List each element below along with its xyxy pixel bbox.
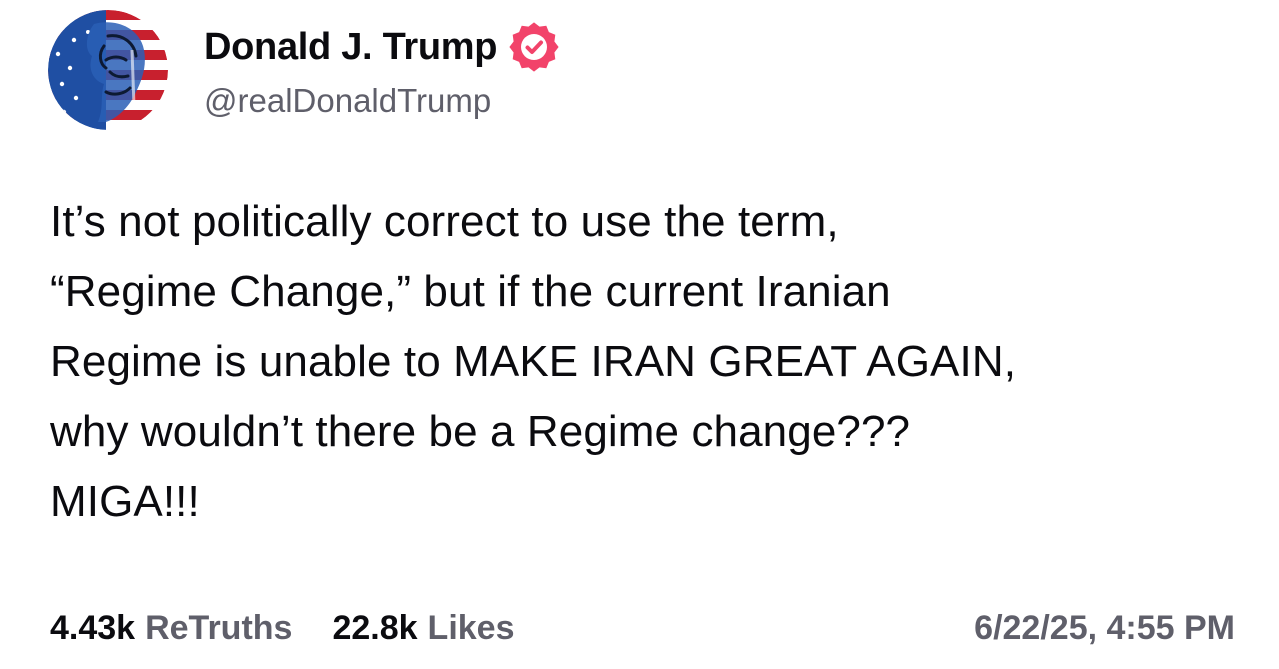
retruths-label: ReTruths xyxy=(145,608,293,647)
post-body-line: It’s not politically correct to use the … xyxy=(50,197,839,246)
retruths-stat[interactable]: 4.43k ReTruths xyxy=(50,609,292,648)
likes-count: 22.8k xyxy=(332,608,418,647)
author-display-name[interactable]: Donald J. Trump xyxy=(204,26,498,69)
post-body-line: why wouldn’t there be a Regime change??? xyxy=(50,407,911,456)
verified-badge-icon xyxy=(509,22,559,72)
flag-portrait-avatar-icon xyxy=(48,10,168,130)
post-body: It’s not politically correct to use the … xyxy=(50,187,1250,537)
author-name-row: Donald J. Trump xyxy=(204,22,559,72)
likes-stat[interactable]: 22.8k Likes xyxy=(332,609,514,648)
post-body-line: “Regime Change,” but if the current Iran… xyxy=(50,267,891,316)
post-timestamp[interactable]: 6/22/25, 4:55 PM xyxy=(974,605,1235,651)
truth-post: Donald J. Trump @realDonaldTrump It’s no… xyxy=(0,0,1279,669)
author-handle[interactable]: @realDonaldTrump xyxy=(204,82,491,120)
retruths-count: 4.43k xyxy=(50,608,136,647)
likes-label: Likes xyxy=(427,608,515,647)
author-avatar[interactable] xyxy=(48,10,168,130)
post-body-line: Regime is unable to MAKE IRAN GREAT AGAI… xyxy=(50,337,1017,386)
post-stats: 4.43k ReTruths 22.8k Likes xyxy=(50,605,515,651)
post-body-line: MIGA!!! xyxy=(50,477,200,526)
